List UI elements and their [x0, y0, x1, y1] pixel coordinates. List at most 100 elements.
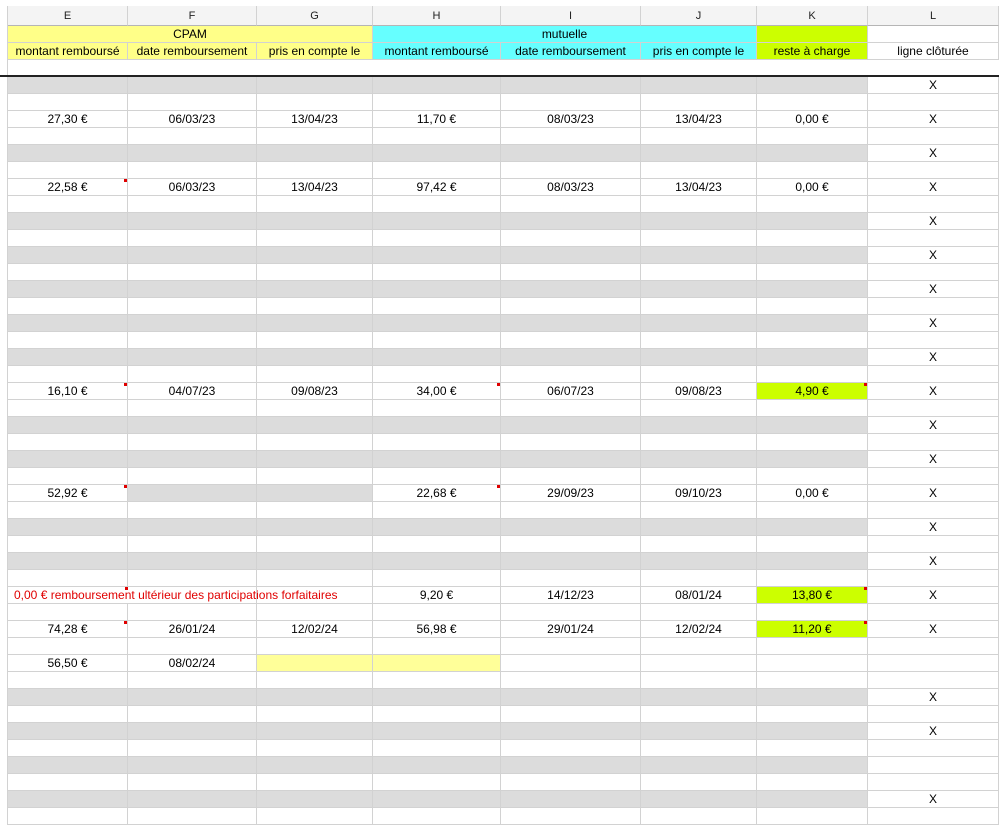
cell-l[interactable] — [868, 264, 999, 281]
cell-e[interactable]: 0,00 € remboursement ultérieur des parti… — [8, 587, 338, 604]
cell-e[interactable] — [8, 213, 128, 230]
cell-g[interactable] — [257, 519, 373, 536]
cell-g[interactable] — [257, 808, 373, 825]
cell-g[interactable] — [257, 451, 373, 468]
cell-i[interactable] — [501, 162, 641, 179]
cell-h[interactable] — [373, 672, 501, 689]
row-header[interactable] — [0, 298, 8, 315]
cell-g[interactable] — [257, 213, 373, 230]
cell-j[interactable] — [641, 417, 757, 434]
cell-k[interactable] — [757, 638, 868, 655]
cell-j[interactable] — [641, 536, 757, 553]
cell-e[interactable] — [8, 230, 128, 247]
cell-h[interactable]: 97,42 € — [373, 179, 501, 196]
row-header[interactable] — [0, 60, 8, 76]
row-header[interactable] — [0, 196, 8, 213]
cell-j[interactable] — [641, 434, 757, 451]
cell-e[interactable] — [8, 315, 128, 332]
cell-f[interactable] — [128, 468, 257, 485]
cell-g[interactable] — [257, 468, 373, 485]
row-header[interactable] — [0, 451, 8, 468]
cell-e[interactable] — [8, 604, 128, 621]
cell-k[interactable] — [757, 740, 868, 757]
row-header[interactable] — [0, 264, 8, 281]
row-header[interactable] — [0, 757, 8, 774]
cell-j[interactable] — [641, 315, 757, 332]
cell-h[interactable]: 56,98 € — [373, 621, 501, 638]
cell-l[interactable] — [868, 774, 999, 791]
row-header[interactable] — [0, 621, 8, 638]
cell-g[interactable] — [257, 689, 373, 706]
cell-k[interactable]: 0,00 € — [757, 179, 868, 196]
cell-k[interactable] — [757, 400, 868, 417]
row-header[interactable] — [0, 536, 8, 553]
row-header[interactable] — [0, 519, 8, 536]
cell-k[interactable] — [757, 434, 868, 451]
cell-f[interactable] — [128, 672, 257, 689]
row-header[interactable] — [0, 604, 8, 621]
cell-k[interactable] — [757, 672, 868, 689]
cell-g[interactable] — [257, 536, 373, 553]
cell-k[interactable] — [757, 570, 868, 587]
cell-j[interactable]: 09/08/23 — [641, 383, 757, 400]
cell-g[interactable] — [257, 757, 373, 774]
cell-l[interactable] — [868, 706, 999, 723]
cell-l[interactable] — [868, 604, 999, 621]
cell-e[interactable]: 74,28 € — [8, 621, 128, 638]
cell-i[interactable] — [501, 213, 641, 230]
cell-i[interactable] — [501, 468, 641, 485]
cell-h[interactable] — [373, 77, 501, 94]
cell-j[interactable]: 09/10/23 — [641, 485, 757, 502]
cell-f[interactable] — [128, 570, 257, 587]
row-header[interactable] — [0, 587, 8, 604]
cell-k[interactable] — [757, 468, 868, 485]
cell-k[interactable]: 0,00 € — [757, 485, 868, 502]
cell-g[interactable]: 13/04/23 — [257, 111, 373, 128]
cell-j[interactable] — [641, 553, 757, 570]
cell-j[interactable] — [641, 723, 757, 740]
cell-k[interactable] — [757, 519, 868, 536]
cell-i[interactable] — [501, 281, 641, 298]
reste-group-cell[interactable] — [757, 26, 868, 43]
cell-g[interactable] — [257, 349, 373, 366]
cell-f[interactable] — [128, 536, 257, 553]
cell-j[interactable] — [641, 77, 757, 94]
cell-h[interactable] — [373, 774, 501, 791]
cell-i[interactable] — [501, 434, 641, 451]
row-header[interactable] — [0, 179, 8, 196]
cell-l[interactable]: X — [868, 145, 999, 162]
cell-j[interactable] — [641, 332, 757, 349]
column-header-k[interactable]: K — [757, 6, 868, 26]
cell-h[interactable]: 34,00 € — [373, 383, 501, 400]
cell-g[interactable] — [257, 298, 373, 315]
cell-g[interactable]: 12/02/24 — [257, 621, 373, 638]
cell-l[interactable] — [868, 536, 999, 553]
cell-h[interactable] — [373, 213, 501, 230]
cell-l[interactable] — [868, 400, 999, 417]
cell-h[interactable] — [373, 298, 501, 315]
row-header[interactable] — [0, 774, 8, 791]
cell-i[interactable] — [501, 808, 641, 825]
row-header[interactable] — [0, 94, 8, 111]
header-cell-f[interactable]: date remboursement — [128, 43, 257, 60]
cell-g[interactable] — [257, 94, 373, 111]
cell-k[interactable] — [757, 213, 868, 230]
cell-k[interactable]: 13,80 € — [757, 587, 868, 604]
cell-l[interactable]: X — [868, 451, 999, 468]
header-cell-j[interactable]: pris en compte le — [641, 43, 757, 60]
row-header[interactable] — [0, 655, 8, 672]
cell-e[interactable] — [8, 757, 128, 774]
cell-f[interactable] — [128, 213, 257, 230]
row-header[interactable] — [0, 485, 8, 502]
cell-i[interactable] — [501, 655, 641, 672]
cell-l[interactable] — [868, 672, 999, 689]
cell-i[interactable]: 14/12/23 — [501, 587, 641, 604]
row-header[interactable] — [0, 638, 8, 655]
cell-h[interactable] — [373, 315, 501, 332]
cell-j[interactable] — [641, 604, 757, 621]
cell-i[interactable] — [501, 128, 641, 145]
cell-e[interactable] — [8, 468, 128, 485]
cell-h[interactable] — [373, 264, 501, 281]
cell-g[interactable] — [257, 77, 373, 94]
cell-e[interactable] — [8, 706, 128, 723]
